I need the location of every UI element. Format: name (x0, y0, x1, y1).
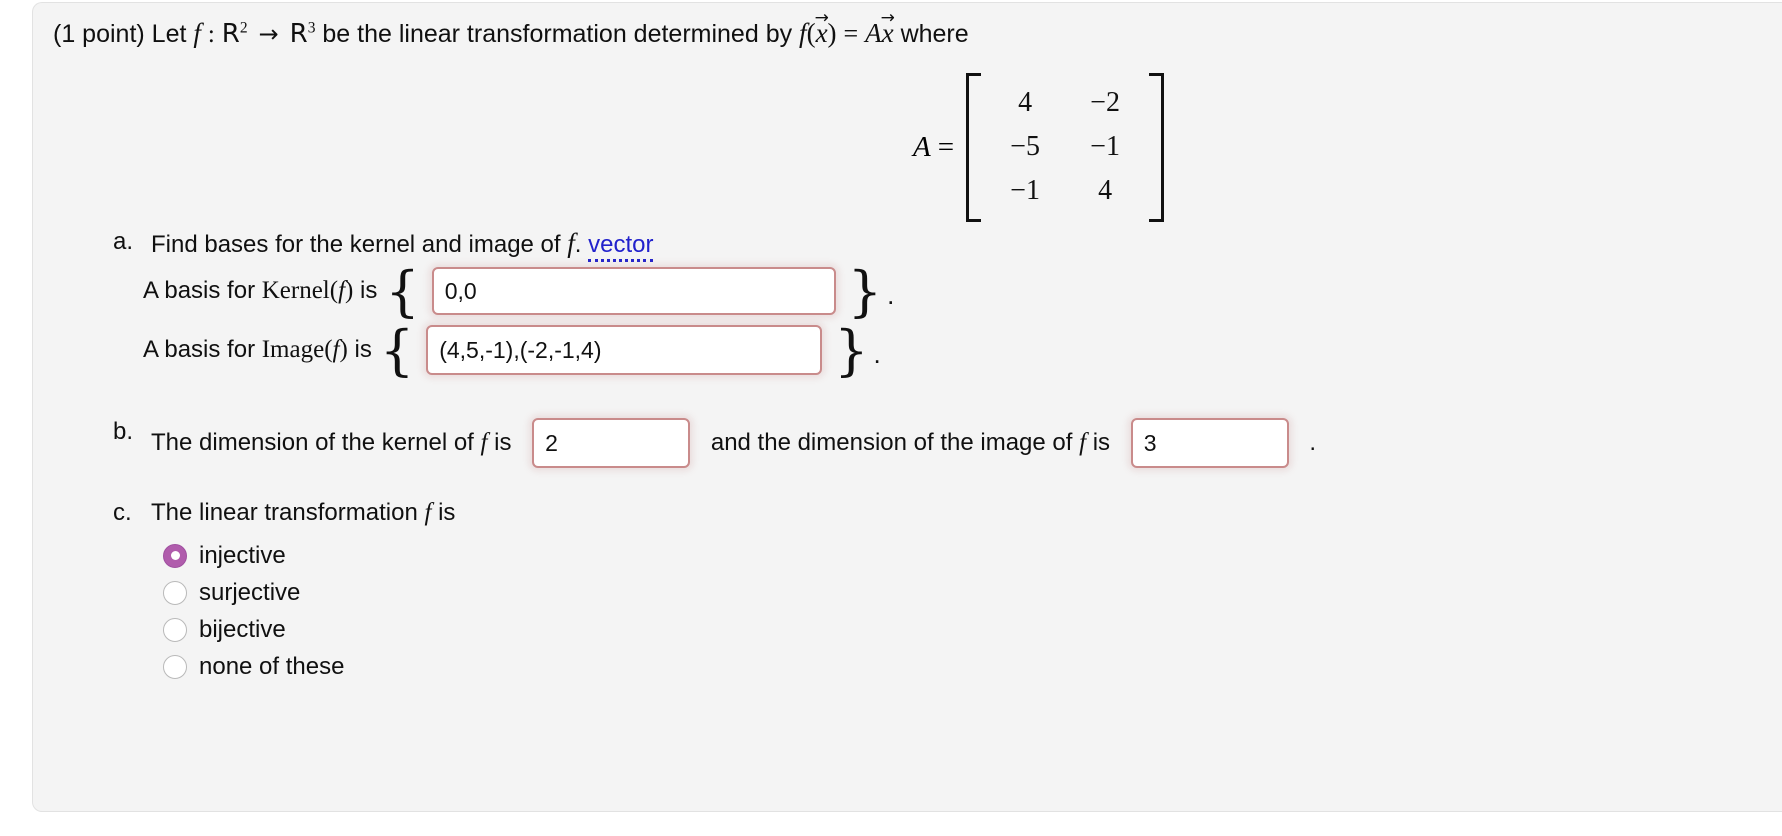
matrix-cell: 4 (1018, 87, 1033, 118)
part-b-marker: b. (113, 418, 134, 445)
vector-arrow-icon: → (814, 8, 829, 28)
kernel-basis-input[interactable] (431, 267, 836, 315)
part-b-text-mid: and the dimension of the image of (710, 429, 1073, 456)
vector-help-link[interactable]: vector (588, 231, 654, 262)
map-paren-close: ) (827, 18, 837, 48)
map-vector-x: → x (814, 8, 829, 48)
image-basis-row: A basis for Image(f) is { } . (143, 324, 881, 378)
arrow-icon: → (258, 20, 279, 48)
problem-statement: (1 point) Let f : R2 → R3 be the linear … (53, 8, 969, 50)
option-label-bijective: bijective (199, 615, 286, 643)
statement-text-mid: be the linear transformation determined … (322, 20, 793, 48)
part-a-prompt: Find bases for the kernel and image of f… (151, 228, 654, 262)
part-a-prompt-text: Find bases for the kernel and image of (151, 231, 561, 258)
kernel-label-pre: A basis for (143, 277, 256, 304)
kernel-trailing-dot: . (887, 279, 895, 310)
image-basis-label: A basis for Image(f) is (143, 336, 372, 364)
part-b-body: The dimension of the kernel of f is and … (151, 418, 1316, 468)
dimension-kernel-input[interactable] (532, 418, 691, 468)
option-surjective[interactable]: surjective (163, 574, 344, 611)
map-equals: = (843, 19, 859, 48)
vector-arrow-icon-2: → (880, 8, 895, 28)
codomain-set-symbol: R (289, 19, 308, 49)
dimension-image-input[interactable] (1130, 418, 1289, 468)
kernel-fn-f: f (338, 277, 346, 304)
part-c-prompt: The linear transformation f is (151, 499, 455, 527)
part-b-f2: f (1079, 429, 1087, 456)
image-label-post: is (354, 336, 372, 363)
part-a-marker: a. (113, 228, 134, 255)
domain-exponent: 2 (239, 19, 248, 37)
option-label-surjective: surjective (199, 578, 301, 606)
image-trailing-dot: . (873, 338, 881, 369)
map-f: f (799, 18, 807, 48)
part-c-f: f (424, 499, 432, 526)
kernel-basis-row: A basis for Kernel(f) is { } . (143, 265, 895, 319)
part-c-is: is (438, 499, 456, 526)
matrix-cell: −2 (1090, 87, 1120, 118)
part-b-f1: f (480, 429, 488, 456)
matrix-grid: 4 −2 −5 −1 −1 4 (981, 73, 1149, 222)
matrix-cell: −5 (1010, 131, 1040, 163)
option-label-injective: injective (199, 541, 286, 569)
colon-symbol: : (207, 21, 215, 48)
function-symbol-f: f (193, 18, 201, 48)
matrix-cell: 4 (1098, 175, 1113, 207)
page-root: (1 point) Let f : R2 → R3 be the linear … (0, 0, 1782, 836)
option-injective[interactable]: injective (163, 537, 344, 574)
points-label: (1 point) (53, 20, 145, 48)
image-label-pre: A basis for (143, 336, 256, 363)
part-a-f: f (567, 228, 575, 258)
statement-text-pre: Let (151, 20, 187, 48)
matrix-equals: = (937, 130, 955, 163)
matrix-cell: −1 (1010, 175, 1040, 207)
kernel-fn-open: Kernel( (261, 277, 339, 304)
radio-icon-surjective[interactable] (163, 580, 187, 605)
statement-text-end: where (900, 20, 969, 48)
radio-icon-none-of-these[interactable] (163, 654, 187, 679)
part-b-text-pre: The dimension of the kernel of (151, 429, 474, 456)
kernel-label-post: is (360, 277, 378, 304)
image-fn-open: Image( (261, 336, 333, 363)
option-none-of-these[interactable]: none of these (163, 648, 344, 685)
matrix-cell: −1 (1090, 131, 1120, 163)
matrix-definition: A = 4 −2 −5 −1 −1 4 (913, 73, 1165, 222)
kernel-fn-close: ) (345, 277, 354, 304)
problem-card: (1 point) Let f : R2 → R3 be the linear … (32, 2, 1782, 812)
part-b-is2: is (1092, 429, 1111, 456)
codomain-exponent: 3 (307, 19, 316, 37)
part-b-trailing-dot: . (1309, 429, 1317, 456)
matrix-label-A: A (913, 130, 931, 163)
part-c-text-pre: The linear transformation (151, 499, 418, 526)
domain-set-symbol: R (221, 19, 240, 49)
option-label-none-of-these: none of these (199, 652, 345, 680)
matrix-bracket-left (966, 73, 982, 222)
radio-icon-bijective[interactable] (163, 617, 187, 642)
kernel-basis-label: A basis for Kernel(f) is (143, 277, 377, 305)
part-b-is1: is (494, 429, 512, 456)
part-c-marker: c. (113, 499, 132, 526)
map-matrix-A: A (865, 18, 882, 48)
image-fn-close: ) (339, 336, 348, 363)
map-vector-x2: → x (880, 8, 895, 48)
radio-icon-injective[interactable] (163, 543, 187, 568)
transformation-type-options: injective surjective bijective none of t… (163, 537, 344, 685)
option-bijective[interactable]: bijective (163, 611, 344, 648)
image-basis-input[interactable] (426, 325, 823, 375)
part-a-period: . (574, 231, 582, 258)
matrix-bracket-right (1149, 73, 1165, 222)
